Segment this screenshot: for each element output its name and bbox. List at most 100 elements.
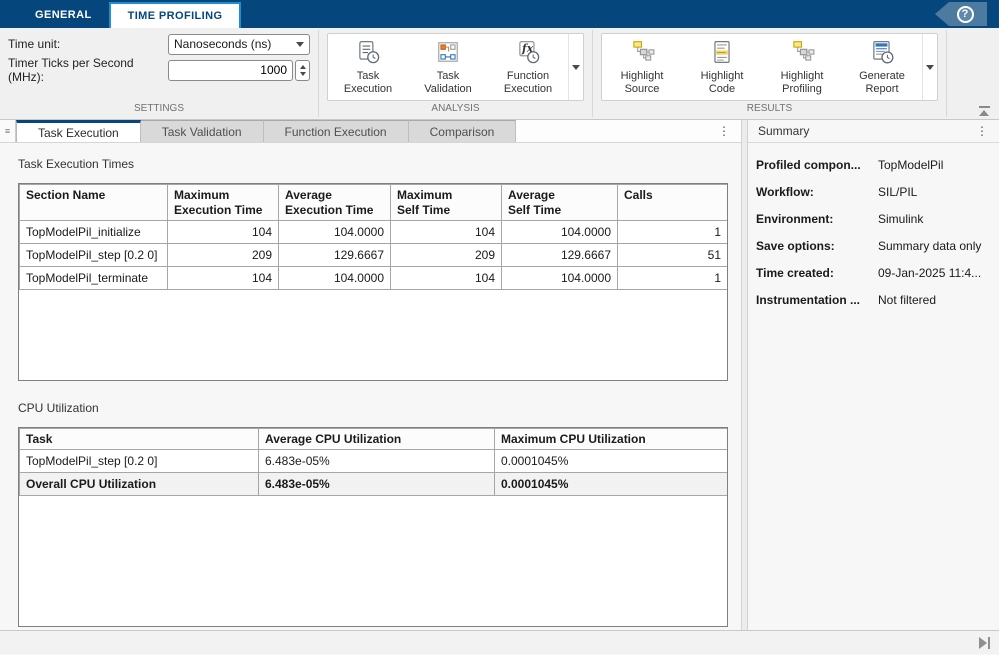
summary-rows: Profiled compon... TopModelPil Workflow:…: [748, 143, 999, 314]
summary-title: Summary: [758, 124, 975, 138]
highlight-profiling-icon: [789, 39, 815, 68]
chevron-down-icon: [296, 42, 304, 47]
chevron-down-icon: [572, 65, 580, 70]
cell: Overall CPU Utilization: [20, 473, 259, 496]
table-row[interactable]: TopModelPil_step [0.2 0] 209 129.6667 20…: [20, 244, 728, 267]
cell: TopModelPil_step [0.2 0]: [20, 450, 259, 473]
cpu-table-header-row: Task Average CPU Utilization Maximum CPU…: [20, 429, 728, 450]
cell: 104: [391, 267, 502, 290]
time-unit-label: Time unit:: [8, 37, 168, 51]
doc-tab-task-validation[interactable]: Task Validation: [141, 120, 264, 142]
cell: TopModelPil_terminate: [20, 267, 168, 290]
analysis-dropdown-button[interactable]: [568, 34, 583, 100]
settings-section: Time unit: Nanoseconds (ns) Timer Ticks …: [0, 28, 318, 119]
cpu-table-title: CPU Utilization: [18, 401, 728, 415]
function-execution-button[interactable]: fx Function Execution: [488, 34, 568, 100]
task-execution-button[interactable]: Task Execution: [328, 34, 408, 100]
generate-report-button[interactable]: Generate Report: [842, 34, 922, 100]
tab-overflow-menu-button[interactable]: ⋮: [707, 120, 741, 142]
cell: 51: [618, 244, 728, 267]
summary-menu-button[interactable]: ⋮: [975, 124, 989, 138]
analysis-section: Task Execution Task: [319, 28, 592, 119]
col-avg-cpu: Average CPU Utilization: [259, 429, 495, 450]
summary-row-time-created: Time created: 09-Jan-2025 11:4...: [756, 260, 991, 287]
table-row[interactable]: TopModelPil_initialize 104 104.0000 104 …: [20, 221, 728, 244]
results-dropdown-button[interactable]: [922, 34, 937, 100]
cell: TopModelPil_initialize: [20, 221, 168, 244]
doc-tab-function-execution[interactable]: Function Execution: [264, 120, 409, 142]
col-max-exec-time: Maximum Execution Time: [168, 185, 279, 221]
highlight-source-label: Highlight Source: [621, 70, 664, 96]
results-section: Highlight Source Highlight Code: [593, 28, 946, 119]
summary-title-row: Summary ⋮: [748, 120, 999, 143]
cell: 129.6667: [279, 244, 391, 267]
panel-splitter[interactable]: [741, 120, 748, 630]
collapse-toolstrip-button[interactable]: [978, 106, 990, 116]
tab-general[interactable]: GENERAL: [18, 2, 109, 28]
col-task: Task: [20, 429, 259, 450]
table-row[interactable]: TopModelPil_step [0.2 0] 6.483e-05% 0.00…: [20, 450, 728, 473]
cell: 209: [168, 244, 279, 267]
document-list-button[interactable]: ≡: [0, 120, 16, 142]
toolstrip: Time unit: Nanoseconds (ns) Timer Ticks …: [0, 28, 999, 120]
spin-up-icon: [300, 65, 306, 69]
highlight-source-button[interactable]: Highlight Source: [602, 34, 682, 100]
help-icon: ?: [957, 6, 974, 23]
cell: 104.0000: [502, 221, 618, 244]
cell: 1: [618, 221, 728, 244]
task-validation-button[interactable]: Task Validation: [408, 34, 488, 100]
task-validation-label: Task Validation: [424, 70, 472, 96]
cell: 129.6667: [502, 244, 618, 267]
function-execution-label: Function Execution: [504, 70, 552, 96]
toolstrip-right-spacer: [947, 28, 999, 119]
highlight-code-icon: [709, 39, 735, 68]
cell: 104.0000: [279, 267, 391, 290]
table-row-overall[interactable]: Overall CPU Utilization 6.483e-05% 0.000…: [20, 473, 728, 496]
summary-row-workflow: Workflow: SIL/PIL: [756, 179, 991, 206]
highlight-profiling-button[interactable]: Highlight Profiling: [762, 34, 842, 100]
doc-tab-comparison[interactable]: Comparison: [409, 120, 517, 142]
expand-panel-button[interactable]: [979, 637, 990, 649]
col-max-cpu: Maximum CPU Utilization: [495, 429, 728, 450]
titlebar: GENERAL TIME PROFILING ?: [0, 0, 999, 28]
help-button[interactable]: ?: [935, 2, 987, 26]
highlight-source-icon: [629, 39, 655, 68]
tab-time-profiling[interactable]: TIME PROFILING: [109, 2, 242, 28]
col-calls: Calls: [618, 185, 728, 221]
cpu-table-container: Task Average CPU Utilization Maximum CPU…: [18, 427, 728, 627]
doc-tab-task-execution[interactable]: Task Execution: [16, 120, 141, 142]
statusbar: [0, 630, 999, 654]
highlight-code-button[interactable]: Highlight Code: [682, 34, 762, 100]
results-section-label: RESULTS: [593, 103, 946, 119]
cell: 0.0001045%: [495, 450, 728, 473]
summary-panel: Summary ⋮ Profiled compon... TopModelPil…: [748, 120, 999, 630]
task-execution-icon: [355, 39, 381, 68]
summary-value: Not filtered: [878, 293, 991, 307]
cell: 104: [168, 267, 279, 290]
summary-row-profiled-component: Profiled compon... TopModelPil: [756, 152, 991, 179]
time-unit-value: Nanoseconds (ns): [174, 37, 296, 51]
summary-key: Time created:: [756, 266, 878, 280]
function-execution-icon: fx: [515, 39, 541, 68]
table-row[interactable]: TopModelPil_terminate 104 104.0000 104 1…: [20, 267, 728, 290]
timer-ticks-stepper[interactable]: [295, 60, 310, 81]
cell: 0.0001045%: [495, 473, 728, 496]
time-unit-dropdown[interactable]: Nanoseconds (ns): [168, 34, 310, 55]
timer-ticks-input[interactable]: [168, 60, 293, 81]
exec-table-container: Section Name Maximum Execution Time Aver…: [18, 183, 728, 381]
cell: TopModelPil_step [0.2 0]: [20, 244, 168, 267]
summary-value: TopModelPil: [878, 158, 991, 172]
task-execution-content: Task Execution Times Section Name Maximu…: [0, 143, 741, 630]
chevron-down-icon: [926, 65, 934, 70]
generate-report-label: Generate Report: [859, 70, 905, 96]
summary-value: SIL/PIL: [878, 185, 991, 199]
cell: 104: [168, 221, 279, 244]
timer-ticks-label: Timer Ticks per Second (MHz):: [8, 56, 168, 84]
exec-table: Section Name Maximum Execution Time Aver…: [19, 184, 728, 290]
summary-value: Summary data only: [878, 239, 991, 253]
summary-key: Save options:: [756, 239, 878, 253]
collapse-toolstrip-icon: [979, 106, 990, 108]
cell: 209: [391, 244, 502, 267]
summary-row-save-options: Save options: Summary data only: [756, 233, 991, 260]
col-avg-exec-time: Average Execution Time: [279, 185, 391, 221]
